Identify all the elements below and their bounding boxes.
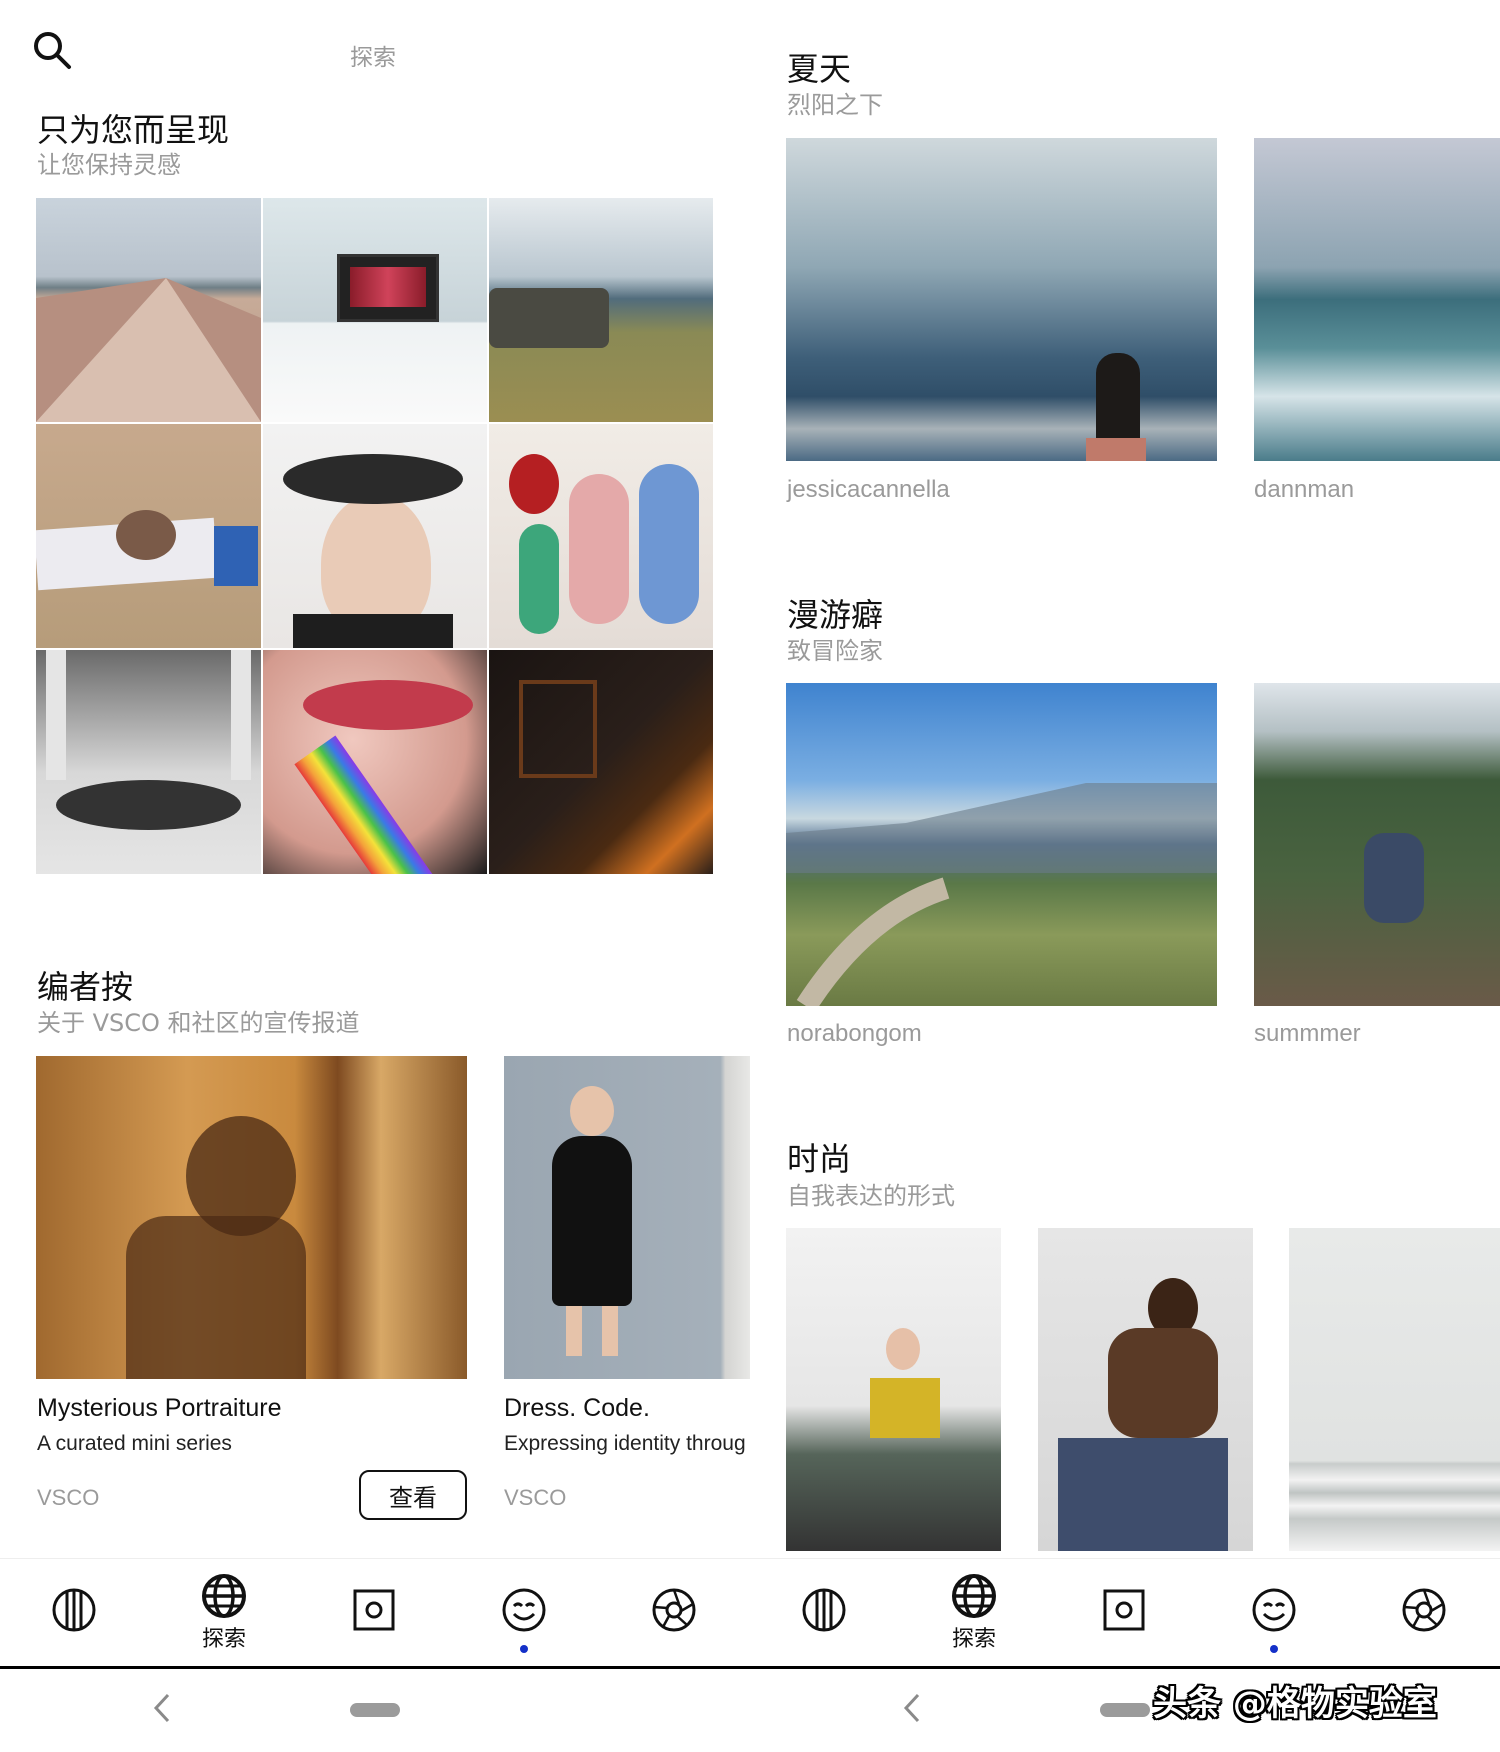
- globe-icon: [952, 1574, 996, 1618]
- notification-dot: [1270, 1645, 1278, 1653]
- tab-explore-label: 探索: [951, 1627, 996, 1652]
- feed-icon: [802, 1588, 846, 1632]
- bottom-tab-bar: 探索: [0, 1558, 750, 1667]
- card-title: Mysterious Portraiture: [37, 1394, 282, 1422]
- tab-feed[interactable]: [784, 1559, 864, 1667]
- search-icon[interactable]: [32, 30, 72, 74]
- photo-woman-yellow-top[interactable]: [786, 1228, 1001, 1551]
- tab-explore[interactable]: 探索: [934, 1559, 1014, 1667]
- tab-studio[interactable]: [334, 1559, 414, 1667]
- card-photo-shadow-portrait[interactable]: [36, 1056, 467, 1379]
- for-you-subtitle: 让您保持灵感: [37, 151, 181, 179]
- card-subtitle: A curated mini series: [37, 1432, 232, 1455]
- back-icon[interactable]: [900, 1691, 924, 1729]
- photo-seagulls-beach[interactable]: [786, 138, 1217, 461]
- photo-credit[interactable]: jessicacannella: [787, 476, 950, 504]
- search-bar-title[interactable]: 探索: [350, 38, 396, 72]
- system-nav-bar: [0, 1666, 750, 1752]
- grid-photo-rainbow-candy[interactable]: [263, 650, 487, 874]
- home-pill[interactable]: [350, 1703, 400, 1717]
- editors-subtitle: 关于 VSCO 和社区的宣传报道: [37, 1009, 360, 1037]
- photo-credit[interactable]: summmer: [1254, 1020, 1361, 1048]
- studio-icon: [1103, 1589, 1145, 1631]
- summer-title: 夏天: [787, 50, 852, 88]
- tab-explore[interactable]: 探索: [184, 1559, 264, 1667]
- left-screen: 探索 只为您而呈现 让您保持灵感 编者按 关于 VSCO 和社区的宣传报道 My…: [0, 0, 750, 1752]
- photo-man-sitting[interactable]: [1038, 1228, 1253, 1551]
- photo-credit[interactable]: dannman: [1254, 476, 1354, 504]
- tab-studio[interactable]: [1084, 1559, 1164, 1667]
- notification-dot: [520, 1645, 528, 1653]
- grid-photo-baby-dolls[interactable]: [489, 424, 713, 648]
- aperture-icon: [1402, 1588, 1446, 1632]
- wanderlust-subtitle: 致冒险家: [787, 637, 883, 665]
- card-source: VSCO: [37, 1485, 100, 1510]
- tab-settings[interactable]: [634, 1559, 714, 1667]
- photo-frozen-sea[interactable]: [1254, 138, 1500, 461]
- tab-settings[interactable]: [1384, 1559, 1464, 1667]
- watermark: 头条 @格物实验室: [1153, 1684, 1437, 1724]
- photo-credit[interactable]: norabongom: [787, 1020, 922, 1048]
- fashion-subtitle: 自我表达的形式: [787, 1182, 955, 1210]
- card-source: VSCO: [504, 1485, 567, 1510]
- grid-photo-dental-office[interactable]: [263, 198, 487, 422]
- view-button[interactable]: 查看: [359, 1470, 467, 1520]
- wanderlust-title: 漫游癖: [787, 596, 884, 634]
- tab-feed[interactable]: [34, 1559, 114, 1667]
- aperture-icon: [652, 1588, 696, 1632]
- tab-explore-label: 探索: [201, 1627, 246, 1652]
- smiley-icon: [502, 1588, 546, 1632]
- grid-photo-hat-portrait[interactable]: [263, 424, 487, 648]
- feed-icon: [52, 1588, 96, 1632]
- bottom-tab-bar: 探索: [750, 1558, 1500, 1667]
- photo-mountain-road[interactable]: [786, 683, 1217, 1006]
- card-subtitle: Expressing identity throug: [504, 1432, 746, 1455]
- home-pill[interactable]: [1100, 1703, 1150, 1717]
- fashion-title: 时尚: [787, 1140, 852, 1178]
- smiley-icon: [1252, 1588, 1296, 1632]
- photo-hikers-forest[interactable]: [1254, 683, 1500, 1006]
- grid-photo-sand-dune[interactable]: [36, 198, 261, 422]
- summer-subtitle: 烈阳之下: [787, 91, 883, 119]
- globe-icon: [202, 1574, 246, 1618]
- card-title: Dress. Code.: [504, 1394, 650, 1422]
- right-screen: 夏天 烈阳之下 jessicacannella dannman 漫游癖 致冒险家…: [750, 0, 1500, 1752]
- grid-photo-window-shadow[interactable]: [489, 650, 713, 874]
- photo-white-room[interactable]: [1289, 1228, 1500, 1551]
- grid-photo-beach-towel[interactable]: [36, 424, 261, 648]
- grid-photo-old-truck[interactable]: [489, 198, 713, 422]
- back-icon[interactable]: [150, 1691, 174, 1729]
- grid-photo-fountain-bw[interactable]: [36, 650, 261, 874]
- editors-title: 编者按: [37, 968, 134, 1006]
- card-photo-woman-black-dress[interactable]: [504, 1056, 750, 1379]
- studio-icon: [353, 1589, 395, 1631]
